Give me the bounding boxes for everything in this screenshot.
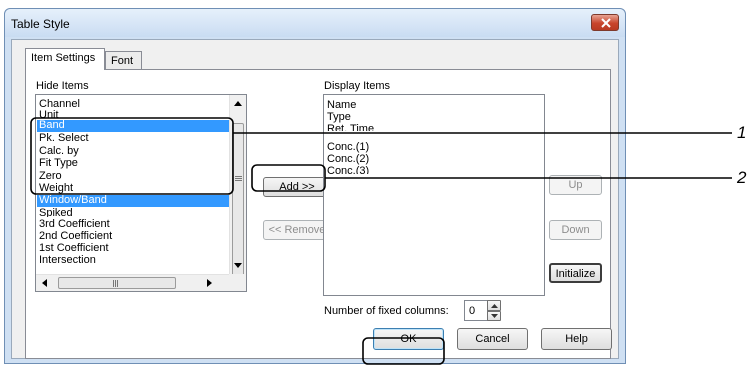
- hide-items-highlight: [30, 117, 234, 195]
- annotation-overlay: [30, 117, 732, 365]
- tab-item-settings-label: Item Settings: [31, 52, 96, 64]
- callout-1-number: 1: [737, 123, 747, 142]
- tab-item-settings[interactable]: Item Settings: [25, 48, 105, 70]
- ok-button-highlight: [362, 337, 445, 365]
- callout-2-number: 2: [737, 168, 747, 187]
- add-button-highlight: [251, 164, 326, 192]
